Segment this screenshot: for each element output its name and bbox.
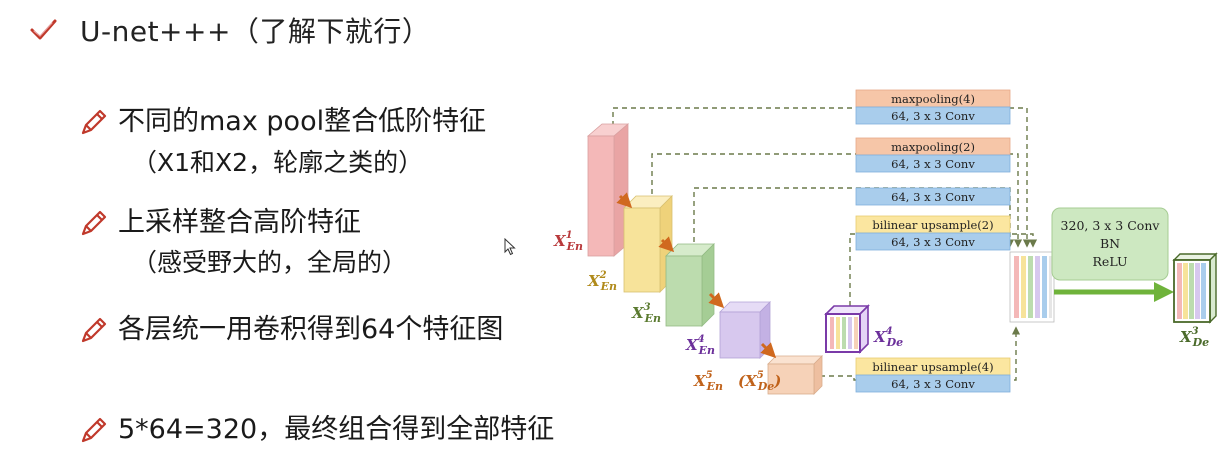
unet3plus-diagram: 320, 3 x 3 Conv BN ReLU maxpooling(4) 64… <box>553 89 1218 395</box>
pencil-icon <box>81 417 107 443</box>
cube-en1 <box>586 123 630 257</box>
label-x-en4: X4 En <box>685 334 715 357</box>
label-x-de5-paren: (X5 De) <box>738 370 781 393</box>
checkmark-icon <box>30 19 57 40</box>
pencil-icon <box>81 109 107 135</box>
bullet-1-text: 不同的max pool整合低阶特征 <box>118 106 487 137</box>
cube-en3 <box>665 243 715 327</box>
bullet-1: 不同的max pool整合低阶特征 <box>78 104 486 140</box>
bullet-1-sub: （X1和X2，轮廓之类的） <box>132 148 424 177</box>
op-1-bottom: 64, 3 x 3 Conv <box>891 109 975 123</box>
op-2-top: maxpooling(2) <box>891 140 975 154</box>
cube-de3 <box>1172 252 1218 324</box>
op-4-top: bilinear upsample(2) <box>872 218 993 232</box>
op-1-top: maxpooling(4) <box>891 92 975 106</box>
label-x-en5: X5 En <box>693 370 723 393</box>
mouse-cursor-icon <box>504 238 516 256</box>
bullet-2: 上采样整合高阶特征 <box>78 205 361 241</box>
bullet-4-text: 5*64=320，最终组合得到全部特征 <box>118 414 555 445</box>
op-5-bottom: 64, 3 x 3 Conv <box>891 377 975 391</box>
final-relu-label: ReLU <box>1093 254 1128 269</box>
op-block-2: maxpooling(2) 64, 3 x 3 Conv <box>855 137 1011 173</box>
final-conv-box: 320, 3 x 3 Conv BN ReLU <box>1051 207 1169 281</box>
bullet-4: 5*64=320，最终组合得到全部特征 <box>78 412 554 448</box>
op-4-bottom: 64, 3 x 3 Conv <box>891 235 975 249</box>
op-2-bottom: 64, 3 x 3 Conv <box>891 157 975 171</box>
label-x-de3: X3 De <box>1179 326 1209 349</box>
label-x-en3: X3 En <box>631 302 661 325</box>
cube-en4 <box>719 301 771 359</box>
bullet-2-text: 上采样整合高阶特征 <box>118 207 361 238</box>
final-conv-label: 320, 3 x 3 Conv <box>1061 218 1161 233</box>
final-bn-label: BN <box>1100 236 1120 251</box>
op-block-3: 64, 3 x 3 Conv <box>855 187 1011 206</box>
op-3-bottom: 64, 3 x 3 Conv <box>891 190 975 204</box>
bullet-2-sub: （感受野大的，全局的） <box>132 248 408 277</box>
op-block-1: maxpooling(4) 64, 3 x 3 Conv <box>855 89 1011 125</box>
op-5-top: bilinear upsample(4) <box>872 360 993 374</box>
slide: U-net+++（了解下就行） 不同的max pool整合低阶特征 （X1和X2… <box>0 0 1227 472</box>
label-x-en2: X2 En <box>587 270 617 293</box>
bullet-3: 各层统一用卷积得到64个特征图 <box>78 312 503 348</box>
slide-title: U-net+++（了解下就行） <box>80 15 431 48</box>
op-block-5: bilinear upsample(4) 64, 3 x 3 Conv <box>855 357 1011 393</box>
label-x-en1: X1 En <box>553 230 583 253</box>
pencil-icon <box>81 210 107 236</box>
title-row: U-net+++（了解下就行） <box>28 8 430 52</box>
cube-de4 <box>824 304 870 354</box>
bullet-3-text: 各层统一用卷积得到64个特征图 <box>118 314 504 345</box>
label-x-de4: X4 De <box>873 326 903 349</box>
op-block-4: bilinear upsample(2) 64, 3 x 3 Conv <box>855 215 1011 251</box>
concat-stack <box>1009 251 1055 323</box>
pencil-icon <box>81 317 107 343</box>
